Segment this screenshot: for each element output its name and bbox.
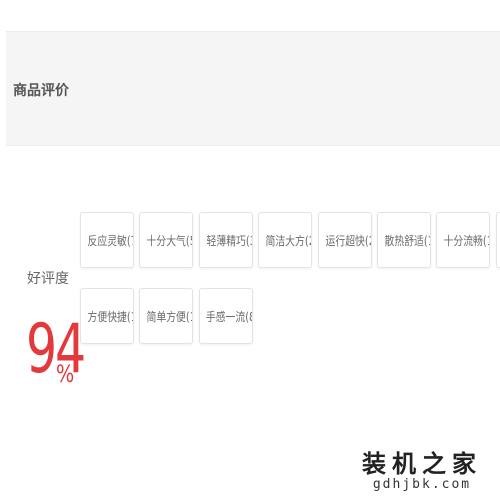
review-tag[interactable]: 十分大气(51) (139, 212, 193, 268)
review-tag[interactable]: 散热舒适(17) (377, 212, 431, 268)
review-section-title: 商品评价 (13, 83, 69, 99)
review-tag[interactable]: 十分流畅(15) (436, 212, 490, 268)
review-tag[interactable]: 简洁大方(26) (258, 212, 312, 268)
review-header-bar (6, 31, 500, 146)
product-review-page: 商品评价 好评度 94 % 反应灵敏(70) 十分大气(51) 轻薄精巧(34)… (0, 0, 500, 500)
positive-rate-percent: % (56, 360, 75, 388)
site-watermark: 装机之家 gdhjbk.com (362, 448, 482, 492)
review-tag[interactable]: 手感一流(8) (199, 288, 253, 344)
review-tag[interactable] (496, 212, 500, 268)
review-tag[interactable]: 运行超快(21) (318, 212, 372, 268)
watermark-site-name: 装机之家 (362, 448, 482, 478)
review-tag[interactable]: 方便快捷(14) (80, 288, 134, 344)
positive-rate-number: 94 (26, 310, 86, 389)
positive-rate-label: 好评度 (27, 271, 69, 287)
review-tag[interactable]: 简单方便(10) (139, 288, 193, 344)
review-tag[interactable]: 反应灵敏(70) (80, 212, 134, 268)
review-tag[interactable]: 轻薄精巧(34) (199, 212, 253, 268)
watermark-site-url: gdhjbk.com (372, 477, 472, 492)
